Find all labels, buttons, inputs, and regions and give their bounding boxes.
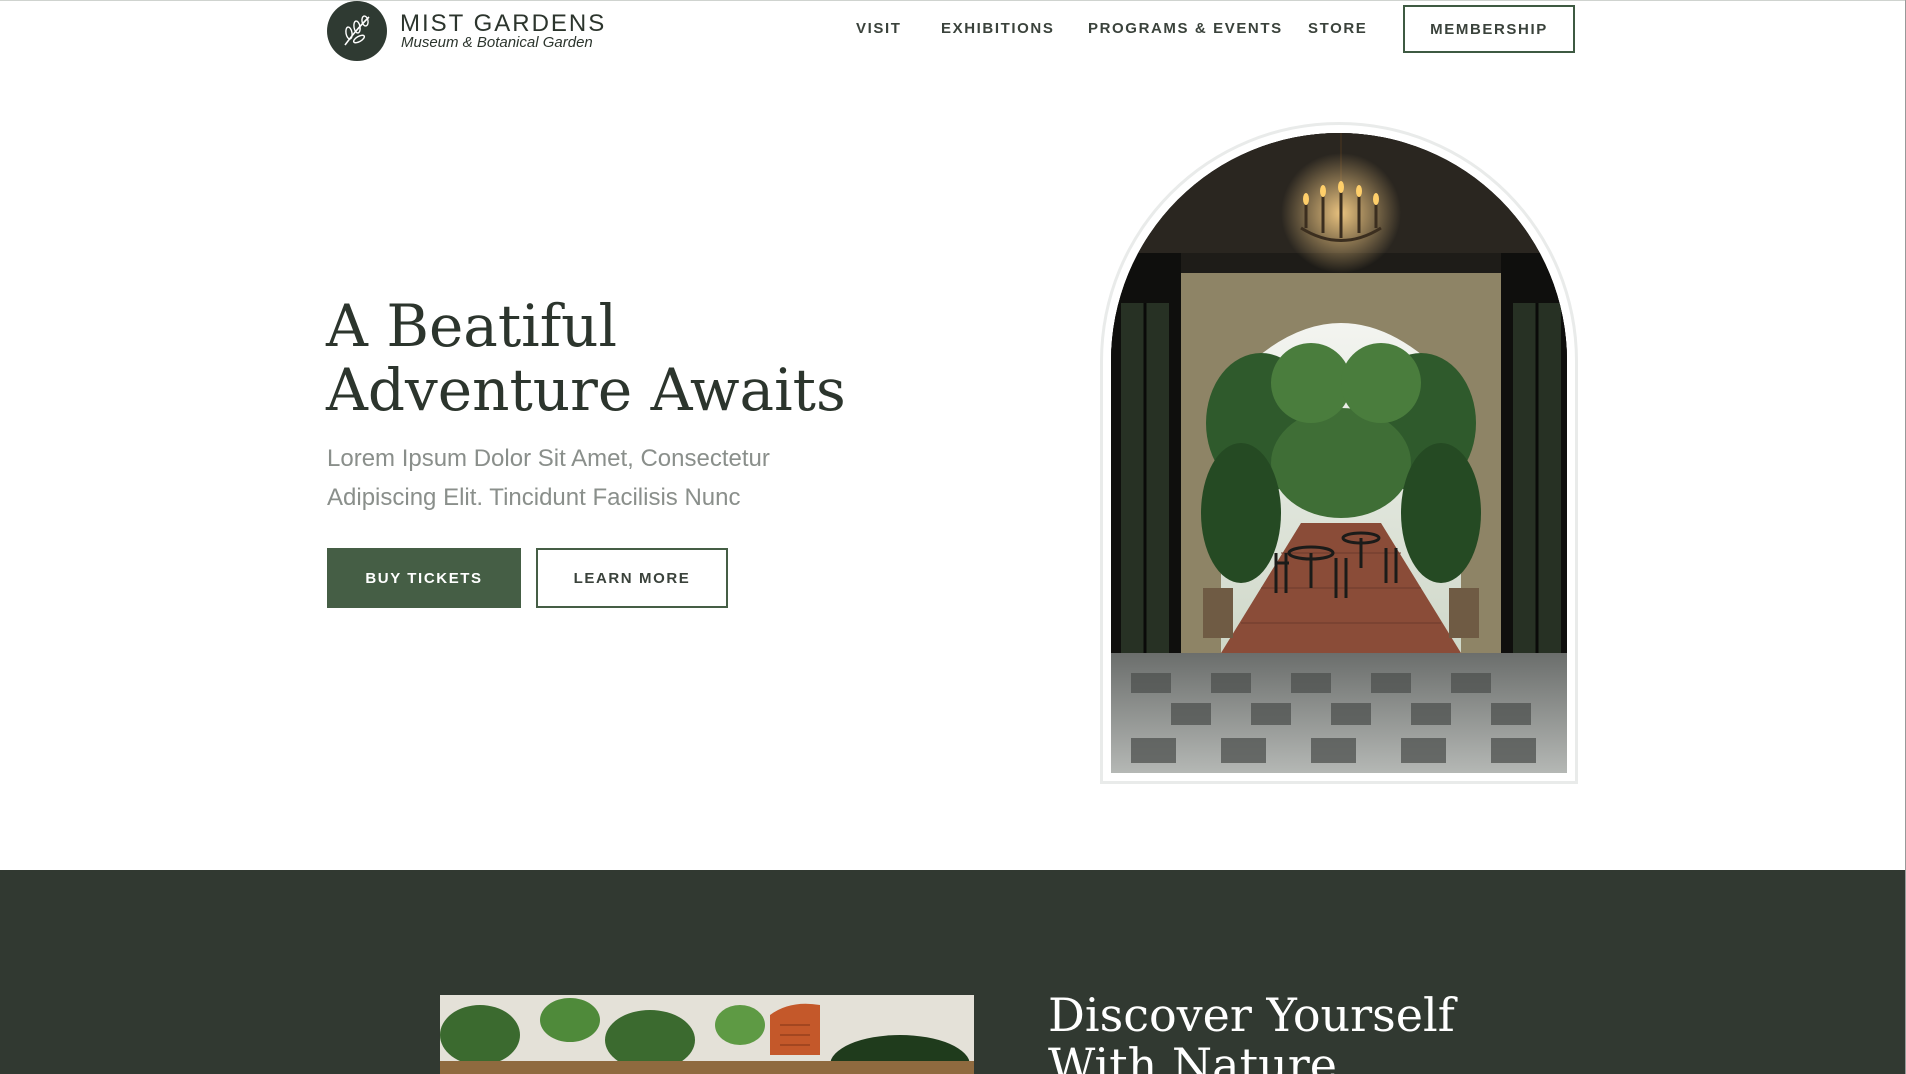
hero-subtitle-line-2: Adipiscing Elit. Tincidunt Facilisis Nun…: [327, 484, 741, 511]
brand-tagline: Museum & Botanical Garden: [401, 34, 593, 51]
discover-title: Discover Yourself With Nature: [1048, 990, 1548, 1074]
courtyard-illustration: [1111, 133, 1567, 773]
hero-subtitle: Lorem Ipsum Dolor Sit Amet, Consectetur …: [327, 439, 807, 517]
discover-title-line-1: Discover Yourself: [1048, 988, 1455, 1042]
hero-arch-frame: [1100, 122, 1578, 784]
hero-title: A Beatiful Adventure Awaits: [326, 294, 886, 422]
discover-title-line-2: With Nature: [1048, 1038, 1337, 1074]
site-header: MIST GARDENS Museum & Botanical Garden V…: [0, 0, 1906, 64]
membership-button[interactable]: MEMBERSHIP: [1403, 5, 1575, 53]
logo-icon[interactable]: [327, 1, 387, 61]
hero-title-line-2: Adventure Awaits: [326, 356, 846, 424]
plants-photo: [440, 995, 974, 1074]
buy-tickets-button[interactable]: BUY TICKETS: [327, 548, 521, 608]
nav-item-exhibitions[interactable]: EXHIBITIONS: [941, 20, 1054, 37]
hero-arch-border: [1103, 125, 1575, 781]
nav-item-visit[interactable]: VISIT: [856, 20, 902, 37]
hero-title-line-1: A Beatiful: [326, 292, 618, 360]
hero-subtitle-line-1: Lorem Ipsum Dolor Sit Amet, Consectetur: [327, 445, 770, 472]
leaf-icon: [344, 15, 370, 46]
plants-illustration: [440, 995, 974, 1074]
hero-arch-photo: [1111, 133, 1567, 773]
nav-item-programs-events[interactable]: PROGRAMS & EVENTS: [1088, 20, 1283, 37]
learn-more-button[interactable]: LEARN MORE: [536, 548, 728, 608]
nav-item-store[interactable]: STORE: [1308, 20, 1367, 37]
